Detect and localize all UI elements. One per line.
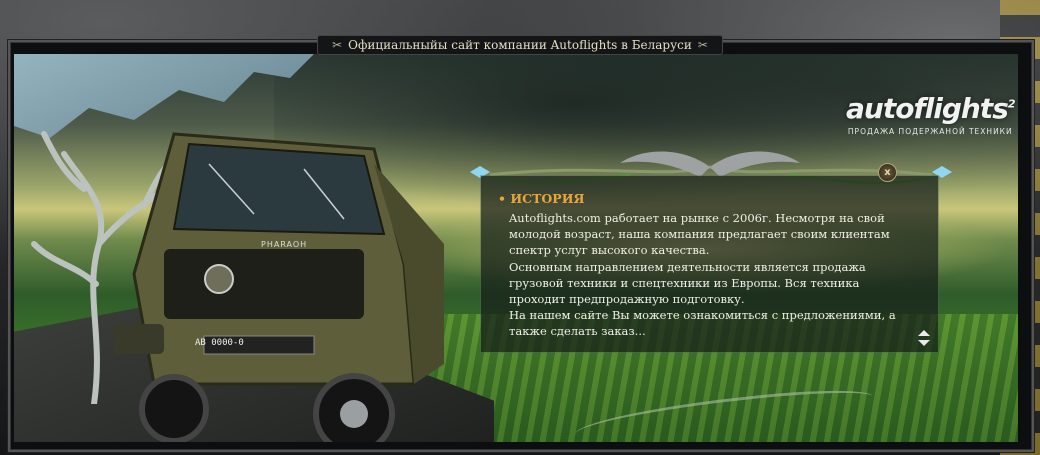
site-title-bar: ✂ Официальныйы сайт компании Autoflights… (0, 34, 1040, 56)
history-paragraph: Основным направлением деятельности являе… (509, 259, 866, 307)
history-paragraph: Autoflights.com работает на рынке с 2006… (509, 211, 890, 258)
history-panel: • ИСТОРИЯ Autoflights.com работает на ры… (481, 176, 938, 352)
history-paragraph: На нашем сайте Вы можете ознакомиться с … (509, 308, 896, 339)
site-title-plate: ✂ Официальныйы сайт компании Autoflights… (317, 35, 723, 55)
truck-illustration (114, 132, 444, 442)
truck-model-badge: PHARAOH (261, 240, 308, 249)
site-title: Официальныйы сайт компании Autoflights в… (348, 38, 692, 52)
scroll-arrows-icon[interactable] (917, 329, 931, 347)
history-text: Autoflights.com работает на рынке с 2006… (509, 210, 919, 340)
right-ornament-icon: ✂ (697, 38, 708, 52)
history-heading: • ИСТОРИЯ (498, 191, 585, 206)
logo-brand: autoflights2 (846, 92, 1015, 125)
close-button[interactable]: x (878, 163, 897, 182)
truck-plate: АВ 0000-0 (195, 338, 244, 348)
logo-tagline: ПРОДАЖА ПОДЕРЖАНОЙ ТЕХНИКИ (847, 127, 1013, 136)
left-ornament-icon: ✂ (332, 38, 343, 52)
autoflights-logo[interactable]: autoflights2 ПРОДАЖА ПОДЕРЖАНОЙ ТЕХНИКИ (846, 92, 1015, 136)
